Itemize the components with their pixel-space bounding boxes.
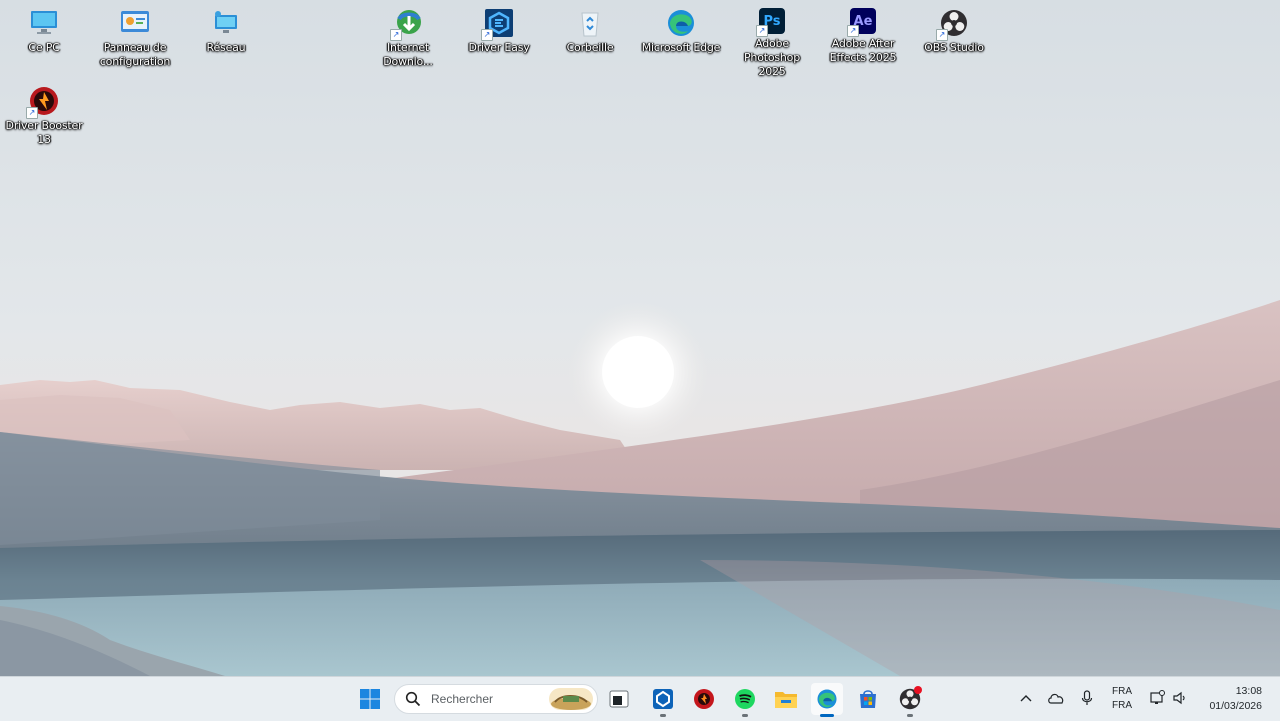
control-panel-icon bbox=[120, 8, 150, 38]
photoshop-icon: Ps ↗ bbox=[756, 8, 785, 37]
microphone-button[interactable] bbox=[1078, 689, 1096, 707]
desktop-wallpaper bbox=[0, 0, 1280, 720]
after-effects-icon: Ae ↗ bbox=[847, 8, 876, 37]
taskbar-driver-easy[interactable] bbox=[647, 683, 679, 717]
network-status-icon bbox=[1150, 690, 1165, 704]
shortcut-arrow-icon: ↗ bbox=[390, 29, 402, 41]
terminal-icon bbox=[609, 690, 629, 708]
taskbar-terminal[interactable] bbox=[603, 683, 635, 715]
volume-button[interactable] bbox=[1171, 689, 1189, 707]
recycle-bin-icon bbox=[575, 8, 605, 38]
taskbar-red-app[interactable] bbox=[688, 683, 720, 715]
shortcut-arrow-icon: ↗ bbox=[936, 29, 948, 41]
desktop-icon-label: Driver Easy bbox=[468, 41, 530, 54]
start-icon bbox=[360, 689, 380, 709]
taskbar: Rechercher FRA FRA 13:08 01/03/2026 bbox=[0, 676, 1280, 721]
notification-badge bbox=[914, 686, 922, 694]
desktop-icon-label: Driver Booster 13 bbox=[5, 119, 83, 146]
desktop-icon-label: Internet Downlo... bbox=[383, 41, 433, 68]
spotify-icon bbox=[735, 689, 755, 709]
microphone-icon bbox=[1081, 690, 1093, 705]
app-red-icon bbox=[694, 689, 714, 709]
taskbar-edge[interactable] bbox=[811, 683, 843, 717]
chevron-up-icon bbox=[1020, 695, 1032, 702]
network-status-button[interactable] bbox=[1148, 689, 1166, 707]
desktop-icon-obs-studio[interactable]: ↗ OBS Studio bbox=[911, 8, 997, 55]
internet-download-manager-icon: ↗ bbox=[390, 8, 423, 41]
desktop-icon-driver-easy[interactable]: ↗ Driver Easy bbox=[456, 8, 542, 55]
edge-icon bbox=[817, 689, 837, 709]
input-language-indicator[interactable]: FRA FRA bbox=[1108, 685, 1136, 713]
desktop-icon-label: Ce PC bbox=[28, 41, 60, 54]
computer-icon bbox=[29, 8, 59, 38]
desktop-icon-ce-pc[interactable]: Ce PC bbox=[1, 8, 87, 55]
desktop-icon-panneau-de-configuration[interactable]: Panneau de configuration bbox=[92, 8, 178, 69]
desktop-icon-reseau[interactable]: Réseau bbox=[183, 8, 269, 55]
shortcut-arrow-icon: ↗ bbox=[26, 107, 38, 119]
desktop-icon-internet-download-manager[interactable]: ↗ Internet Downlo... bbox=[365, 8, 451, 69]
clock-button[interactable]: 13:08 01/03/2026 bbox=[1209, 684, 1262, 714]
running-indicator bbox=[742, 714, 748, 717]
onedrive-button[interactable] bbox=[1047, 689, 1065, 707]
taskbar-search-box[interactable]: Rechercher bbox=[394, 684, 598, 714]
cloud-icon bbox=[1048, 693, 1064, 704]
desktop-icon-label: Réseau bbox=[206, 41, 246, 54]
driver-easy-icon bbox=[653, 689, 673, 709]
clock-date: 01/03/2026 bbox=[1209, 700, 1262, 712]
network-icon bbox=[211, 8, 241, 38]
search-placeholder: Rechercher bbox=[431, 692, 494, 706]
store-icon bbox=[860, 690, 876, 708]
taskbar-obs[interactable] bbox=[894, 683, 926, 717]
desktop-icon-adobe-photoshop[interactable]: Ps ↗ Adobe Photoshop 2025 bbox=[729, 8, 815, 79]
file-explorer-icon bbox=[775, 692, 797, 708]
driver-booster-icon: ↗ bbox=[26, 86, 59, 119]
driver-easy-icon: ↗ bbox=[481, 8, 514, 41]
show-hidden-icons-button[interactable] bbox=[1017, 689, 1035, 707]
desktop-icon-microsoft-edge[interactable]: Microsoft Edge bbox=[638, 8, 724, 55]
taskbar-store[interactable] bbox=[852, 683, 884, 715]
shortcut-arrow-icon: ↗ bbox=[756, 25, 768, 37]
desktop-icon-label: Panneau de configuration bbox=[99, 41, 171, 68]
edge-icon bbox=[666, 8, 696, 38]
desktop-icon-label: Corbeille bbox=[566, 41, 614, 54]
running-indicator bbox=[660, 714, 666, 717]
clock-time: 13:08 bbox=[1235, 685, 1262, 697]
obs-icon: ↗ bbox=[936, 8, 969, 41]
active-indicator bbox=[820, 714, 834, 717]
desktop-icon-label: Adobe Photoshop 2025 bbox=[744, 37, 800, 78]
language-bottom: FRA bbox=[1112, 700, 1132, 711]
desktop-icon-label: Microsoft Edge bbox=[641, 41, 721, 54]
language-top: FRA bbox=[1112, 686, 1132, 697]
taskbar-spotify[interactable] bbox=[729, 683, 761, 717]
desktop-icon-corbeille[interactable]: Corbeille bbox=[547, 8, 633, 55]
shortcut-arrow-icon: ↗ bbox=[481, 29, 493, 41]
shortcut-arrow-icon: ↗ bbox=[847, 25, 859, 37]
desktop-icon-adobe-after-effects[interactable]: Ae ↗ Adobe After Effects 2025 bbox=[820, 8, 906, 65]
desktop-icon-driver-booster[interactable]: ↗ Driver Booster 13 bbox=[1, 86, 87, 147]
start-button[interactable] bbox=[354, 683, 386, 715]
running-indicator bbox=[907, 714, 913, 717]
desktop-icon-label: OBS Studio bbox=[924, 41, 984, 54]
search-icon bbox=[405, 691, 421, 707]
speaker-icon bbox=[1173, 691, 1185, 705]
taskbar-file-explorer[interactable] bbox=[770, 683, 802, 715]
search-highlight-image bbox=[549, 688, 593, 710]
desktop-icon-label: Adobe After Effects 2025 bbox=[829, 37, 897, 64]
